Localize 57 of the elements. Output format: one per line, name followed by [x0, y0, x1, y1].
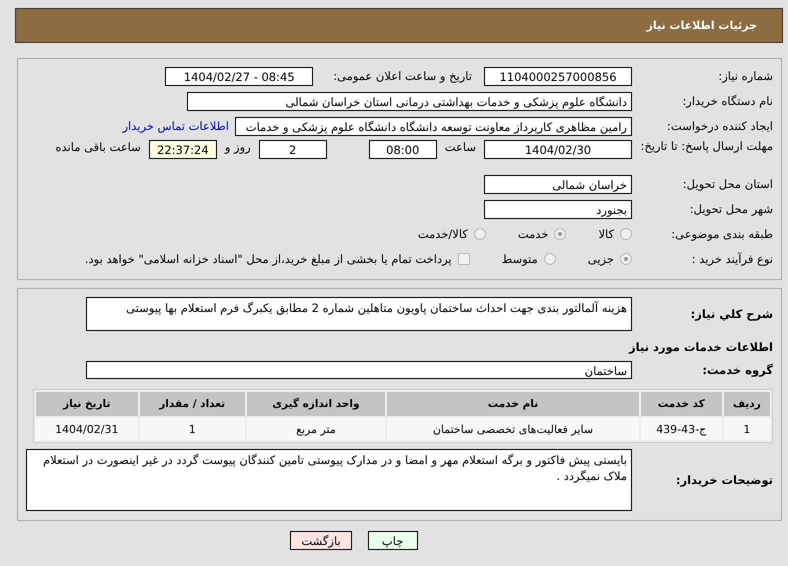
province-field: خراسان شمالی — [484, 174, 632, 194]
radio-label: خدمت — [518, 227, 548, 241]
deadline-time-field: 08:00 — [368, 140, 437, 159]
field-label: توضیحات خریدار: — [674, 473, 773, 487]
contact-link[interactable]: اطلاعات تماس خریدار — [122, 119, 229, 133]
city-field: بجنورد — [484, 200, 632, 218]
field-label: شرح کلي نياز: — [690, 307, 773, 321]
field-label: استان محل تحویل: — [682, 177, 773, 191]
remaining-label: ساعت باقی مانده — [56, 140, 141, 154]
announce-date-field: 1404/02/27 - 08:45 — [165, 66, 314, 86]
table-cell: سایر فعالیت‌های تخصصی ساختمان — [387, 418, 639, 440]
table-cell: ج-43-439 — [640, 418, 722, 440]
requester-field: رامین مظاهری کارپرداز معاونت توسعه دانشگاه دانشگاه علوم پزشکی و خدمات — [235, 116, 632, 136]
table-cell: 1 — [724, 418, 770, 440]
column-header: کد خدمت — [640, 392, 722, 416]
radio-label: متوسط — [502, 252, 538, 266]
radio-button[interactable] — [544, 253, 556, 265]
buyer-notes-textarea[interactable]: بایستی پیش فاکتور و برگه استعلام مهر و امضا و در مدارک پیوستی تامین کنندگان پیوست گردد در غیر اینصورت در استعلام ملاک نمیگردد . — [26, 449, 632, 511]
column-header: ردیف — [724, 392, 770, 416]
radio-button[interactable] — [474, 228, 486, 240]
column-header: واحد اندازه گیری — [246, 392, 386, 416]
radio-button[interactable] — [554, 228, 566, 240]
days-field: 2 — [258, 140, 327, 159]
deadline-date-field: 1404/02/30 — [484, 140, 632, 159]
radio-button[interactable] — [620, 228, 632, 240]
print-button[interactable]: چاپ — [368, 531, 418, 550]
table-cell: متر مربع — [246, 418, 386, 440]
column-header: تاریخ نیاز — [36, 392, 138, 416]
checkbox-label: پرداخت تمام یا بخشی از مبلغ خرید،از محل "اسناد خزانه اسلامی" خواهد بود. — [84, 252, 452, 266]
column-header: تعداد / مقدار — [140, 392, 245, 416]
checkbox[interactable] — [458, 253, 470, 265]
radio-label: کالا/خدمت — [418, 227, 468, 241]
radio-label: کالا — [598, 227, 614, 241]
column-header: نام خدمت — [387, 392, 639, 416]
field-label: ایجاد کننده درخواست: — [666, 119, 773, 133]
field-label: شهر محل تحویل: — [688, 202, 773, 216]
section-heading: اطلاعات خدمات مورد نياز — [629, 339, 773, 354]
need-number-field: 1104000257000856 — [484, 66, 632, 86]
table-cell: 1 — [140, 418, 245, 440]
radio-button[interactable] — [620, 253, 632, 265]
field-label: شماره نیاز: — [717, 69, 773, 83]
remaining-time-field: 22:37:24 — [148, 140, 217, 159]
days-label: روز و — [224, 140, 251, 154]
time-label: ساعت — [444, 140, 476, 154]
field-label: نوع فرآیند خرید : — [690, 252, 773, 266]
field-label: نام دستگاه خریدار: — [681, 94, 773, 108]
field-label: مهلت ارسال پاسخ: تا تاریخ: — [639, 140, 773, 153]
field-label: گروه خدمت: — [701, 363, 773, 377]
buyer-org-field: دانشگاه علوم پزشکی و خدمات بهداشتی درمانی استان خراسان شمالی — [187, 92, 632, 110]
field-label: طبقه بندی موضوعی: — [670, 227, 773, 241]
description-textarea[interactable]: هزینه آلمالتور بندی جهت احداث ساختمان پاویون متاهلین شماره 2 مطابق یکبرگ فرم استعلام بها پیوستی — [86, 297, 632, 331]
page-title: جزئیات اطلاعات نیاز — [646, 19, 757, 32]
radio-label: جزیی — [588, 252, 614, 266]
field-label: تاریخ و ساعت اعلان عمومی: — [333, 69, 472, 83]
service-group-field: ساختمان — [86, 361, 632, 379]
table-cell: 1404/02/31 — [36, 418, 138, 440]
back-button[interactable]: بازگشت — [290, 531, 352, 550]
